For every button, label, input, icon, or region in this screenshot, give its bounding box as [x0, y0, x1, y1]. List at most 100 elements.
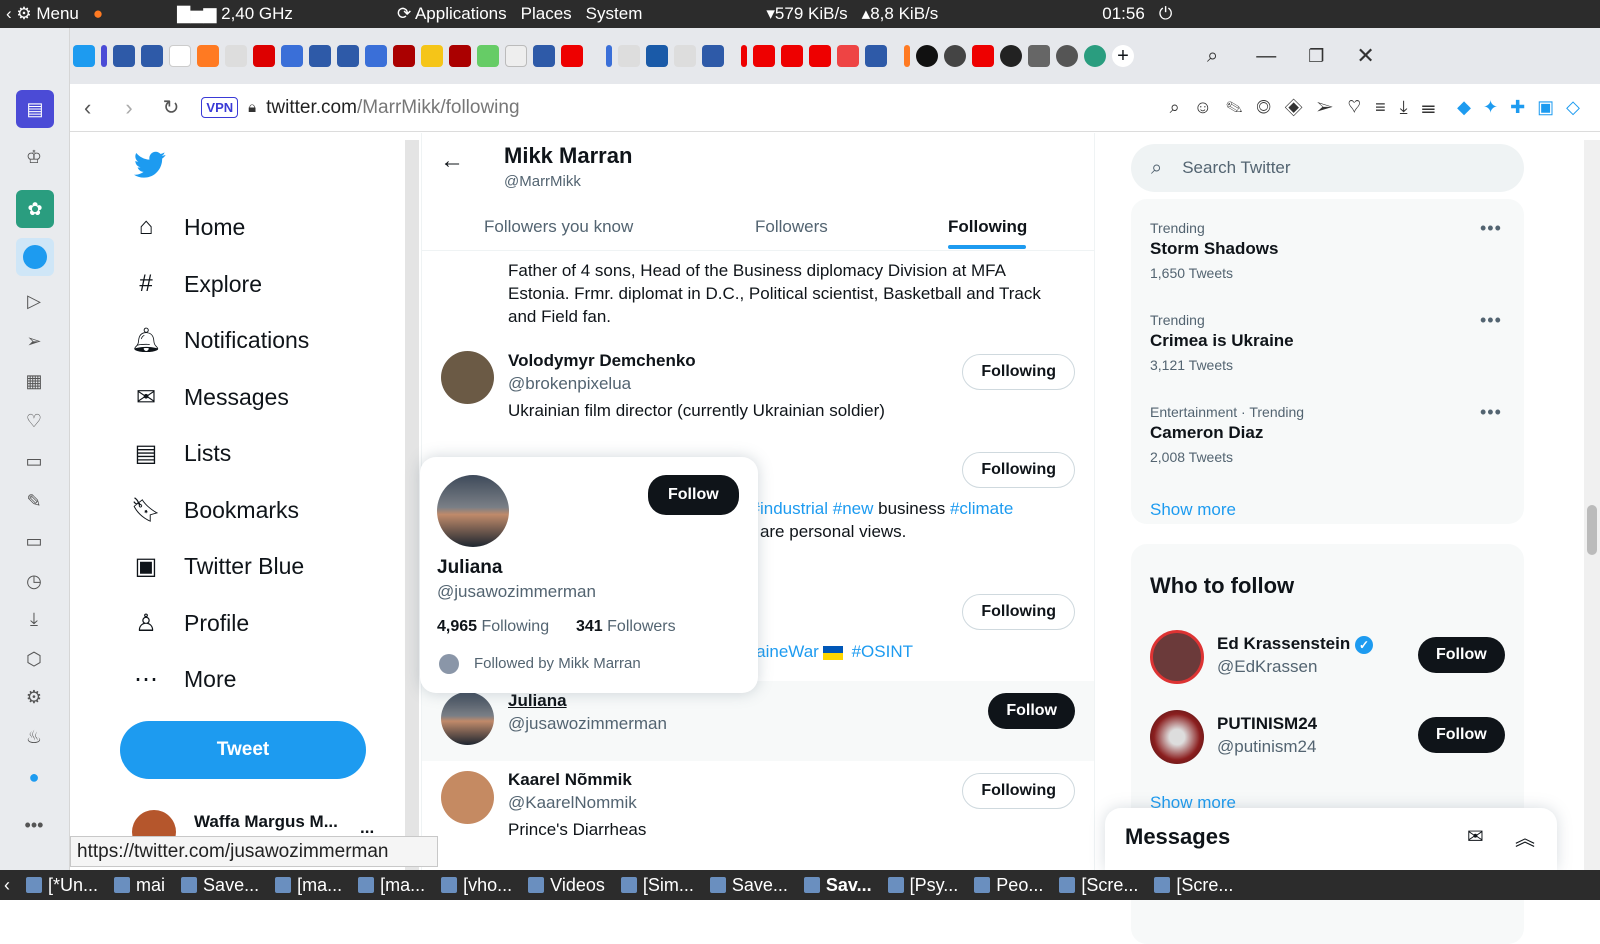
search-input[interactable]: ⌕ Search Twitter	[1131, 144, 1524, 192]
close-window-icon[interactable]: ✕	[1356, 43, 1374, 69]
crown-icon[interactable]: ♔	[21, 144, 47, 170]
taskbar-item[interactable]: [Scre...	[1059, 875, 1138, 896]
tab-following[interactable]: Following	[948, 217, 1027, 237]
left-scrollbar[interactable]	[405, 140, 419, 870]
nav-lists[interactable]: ▤ Lists	[132, 439, 232, 467]
hashtag[interactable]: #OSINT	[852, 642, 913, 661]
nav-bookmarks[interactable]: 🔖︎ Bookmarks	[131, 496, 299, 524]
hovercard-following-stat[interactable]: 4,965 Following	[437, 618, 549, 636]
user-handle[interactable]: @KaarelNommik	[508, 793, 637, 813]
taskbar-item-active[interactable]: Sav...	[803, 875, 872, 896]
nav-profile[interactable]: ♙ Profile	[132, 609, 249, 637]
follow-button[interactable]: Follow	[988, 693, 1075, 729]
account-more-icon[interactable]: ...	[360, 818, 374, 838]
twitter-logo-icon[interactable]	[134, 151, 166, 187]
taskbar-item[interactable]: Save...	[709, 875, 788, 896]
taskbar-item[interactable]: [ma...	[358, 875, 425, 896]
tab-favicon[interactable]	[533, 45, 555, 67]
power-icon[interactable]: ⏻	[1159, 4, 1172, 24]
settings-icon[interactable]: ⚙	[21, 684, 47, 710]
taskbar-item[interactable]: Videos	[528, 875, 605, 896]
tab-favicon[interactable]	[561, 45, 583, 67]
trend-item[interactable]: Entertainment · Trending Cameron Diaz 2,00…	[1150, 404, 1510, 465]
tab-favicon[interactable]	[1084, 45, 1106, 67]
nav-notifications[interactable]: 🔔︎ Notifications	[131, 326, 310, 354]
taskbar-item[interactable]: [Scre...	[1154, 875, 1233, 896]
tab-favicon[interactable]	[781, 45, 803, 67]
more-options-icon[interactable]: •••	[1480, 402, 1502, 423]
player-icon[interactable]: ▷	[21, 288, 47, 314]
new-message-icon[interactable]: ✉	[1467, 824, 1484, 849]
news-icon[interactable]: ▭	[21, 448, 47, 474]
tab-followers-you-know[interactable]: Followers you know	[484, 217, 633, 237]
more-options-icon[interactable]: •••	[1480, 310, 1502, 331]
history-icon[interactable]: ◷	[21, 568, 47, 594]
tab-favicon[interactable]	[365, 45, 387, 67]
tab-favicon[interactable]	[449, 45, 471, 67]
hovercard-name[interactable]: Juliana	[437, 557, 502, 579]
user-handle[interactable]: @jusawozimmerman	[508, 714, 667, 734]
chat-bubble-icon[interactable]: ●	[21, 764, 47, 790]
downloads-icon[interactable]: ⤓	[21, 606, 47, 632]
tab-favicon[interactable]	[253, 45, 275, 67]
hashtag[interactable]: #climate	[950, 499, 1013, 518]
nav-twitter-blue[interactable]: ▣ Twitter Blue	[132, 552, 305, 580]
nav-home[interactable]: ⌂ Home	[132, 213, 246, 241]
hovercard-followers-stat[interactable]: 341 Followers	[576, 618, 676, 636]
new-tab-icon[interactable]: +	[1112, 45, 1134, 67]
tab-favicon[interactable]	[674, 45, 696, 67]
tab-favicon[interactable]	[1028, 45, 1050, 67]
url-field[interactable]: twitter.com/MarrMikk/following	[266, 97, 519, 119]
cube-icon[interactable]: ⬡	[21, 646, 47, 672]
taskbar-item[interactable]: [*Un...	[26, 875, 98, 896]
tab-favicon[interactable]	[421, 45, 443, 67]
lightbulb-icon[interactable]: ♨	[21, 724, 47, 750]
sidebar-more-icon[interactable]: •••	[21, 812, 47, 838]
tab-followers[interactable]: Followers	[755, 217, 828, 237]
tab-favicon[interactable]	[618, 45, 640, 67]
minimize-icon[interactable]: —	[1256, 45, 1276, 68]
apps-icon[interactable]: ▦	[21, 368, 47, 394]
tab-favicon[interactable]	[1000, 45, 1022, 67]
tab-favicon[interactable]	[141, 45, 163, 67]
messages-drawer[interactable]: Messages ✉ ︽	[1105, 808, 1557, 870]
twitter-sidebar-icon[interactable]	[16, 238, 54, 276]
user-name[interactable]: Volodymyr Demchenko	[508, 351, 696, 371]
tab-favicon[interactable]	[477, 45, 499, 67]
workspace-icon[interactable]: ▤	[16, 90, 54, 128]
tab-favicon[interactable]	[753, 45, 775, 67]
avatar[interactable]	[441, 351, 494, 404]
tab-favicon[interactable]	[1056, 45, 1078, 67]
hashtag[interactable]: #new	[833, 499, 874, 518]
tab-favicon[interactable]	[646, 45, 668, 67]
followed-by-text[interactable]: Followed by Mikk Marran	[474, 655, 641, 672]
avatar[interactable]	[441, 692, 494, 745]
taskbar-item[interactable]: Peo...	[974, 875, 1043, 896]
menu-button[interactable]: ‹ ⚙ Menu	[6, 4, 79, 24]
follow-button[interactable]: Follow	[1418, 637, 1505, 673]
hashtag[interactable]: #industrial	[751, 499, 829, 518]
hovercard-handle[interactable]: @jusawozimmerman	[437, 582, 596, 602]
scrollbar-thumb[interactable]	[1587, 505, 1597, 555]
tab-favicon[interactable]	[225, 45, 247, 67]
edit-icon[interactable]: ✎	[21, 488, 47, 514]
reload-icon[interactable]: ↻	[163, 95, 180, 120]
avatar[interactable]	[1150, 710, 1204, 764]
page-scrollbar[interactable]	[1584, 140, 1600, 870]
back-icon[interactable]: ‹	[84, 95, 91, 121]
places-menu[interactable]: Places	[521, 4, 572, 24]
suggestion-name[interactable]: Ed Krassenstein ✓	[1217, 634, 1373, 654]
nav-explore[interactable]: # Explore	[132, 270, 262, 298]
trend-item[interactable]: Trending Storm Shadows 1,650 Tweets	[1150, 220, 1510, 281]
restore-icon[interactable]: ❐	[1308, 46, 1324, 67]
taskbar-item[interactable]: [Psy...	[887, 875, 958, 896]
suggestion-name[interactable]: PUTINISM24	[1217, 714, 1317, 734]
following-button[interactable]: Following	[962, 594, 1075, 630]
heart-icon[interactable]: ♡	[21, 408, 47, 434]
show-more-link[interactable]: Show more	[1150, 500, 1236, 520]
firefox-icon[interactable]: ●	[93, 4, 103, 24]
vpn-badge[interactable]: VPN	[201, 97, 239, 118]
back-arrow-icon[interactable]: ←	[440, 147, 464, 175]
taskbar-item[interactable]: [ma...	[275, 875, 342, 896]
suggestion-handle[interactable]: @EdKrassen	[1217, 657, 1317, 677]
